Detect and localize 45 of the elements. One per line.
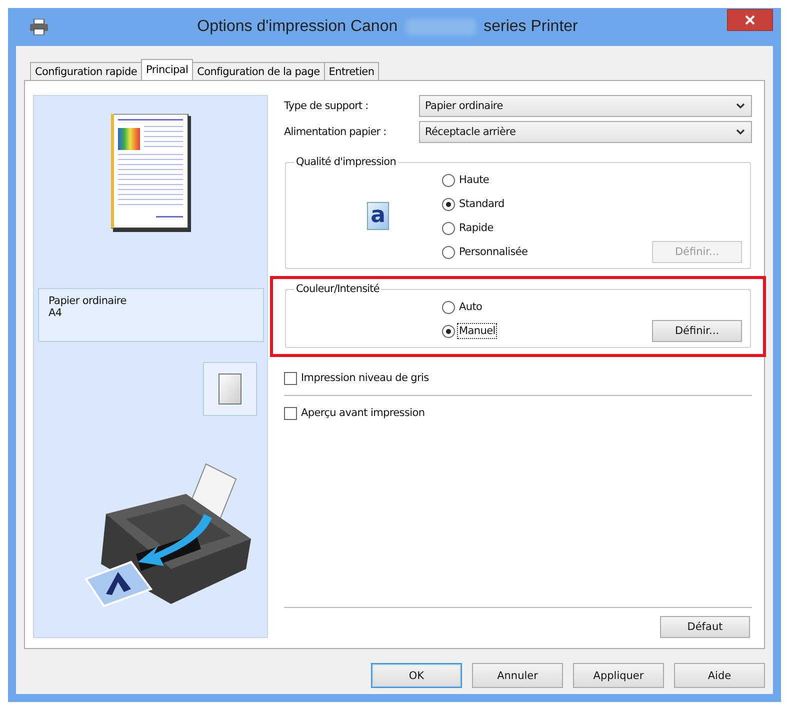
option-label[interactable]: Auto [458,300,484,314]
blurred-mask [406,19,476,35]
dialog-button[interactable]: Appliquer [573,663,664,688]
field-label: Type de support : [284,100,370,112]
radio-button[interactable] [442,324,455,338]
group-label: Couleur/Intensité [295,283,380,295]
radio-button[interactable] [442,174,455,186]
dialog-button[interactable]: Annuler [472,663,563,688]
quality-icon: a [367,202,389,230]
option-label[interactable]: Rapide [458,221,494,235]
radio-button[interactable] [442,246,455,258]
tab[interactable]: Configuration rapide [30,62,142,80]
checkbox[interactable] [284,372,297,384]
chevron-icon [736,103,745,109]
checkbox-label[interactable]: Aperçu avant impression [301,407,425,419]
dialog-button[interactable]: OK [371,663,462,688]
option-label[interactable]: Standard [458,197,506,211]
paper-size-text: A4 [48,307,63,319]
tab[interactable]: Principal [141,59,194,80]
option-label[interactable]: Haute [458,173,490,187]
window-title: series Printer [484,18,578,36]
define-button[interactable]: Définir... [652,320,742,342]
checkbox-label[interactable]: Impression niveau de gris [301,372,429,384]
radio-button[interactable] [442,300,455,314]
dialog-button[interactable]: Aide [674,663,765,688]
chevron-icon [736,129,745,135]
orientation-button[interactable] [203,362,257,416]
page-icon [218,373,242,405]
media-type-text: Papier ordinaire [48,295,128,307]
close-button[interactable] [727,9,773,31]
tab[interactable]: Configuration de la page [192,62,325,80]
printer-icon [30,19,48,35]
close-icon [745,15,755,25]
dropdown[interactable]: Papier ordinaire [419,95,752,117]
group-label: Qualité d'impression [295,156,397,168]
field-label: Alimentation papier : [284,126,388,138]
default-button[interactable]: Défaut [660,616,750,638]
checkbox[interactable] [284,406,297,420]
radio-button[interactable] [442,222,455,234]
tab[interactable]: Entretien [324,62,380,80]
option-label[interactable]: Personnalisée [458,245,529,259]
dropdown[interactable]: Réceptacle arrière [419,121,752,143]
window-title: Options d'impression Canon [197,18,398,36]
option-label[interactable]: Manuel [458,324,496,338]
radio-button[interactable] [442,198,455,210]
